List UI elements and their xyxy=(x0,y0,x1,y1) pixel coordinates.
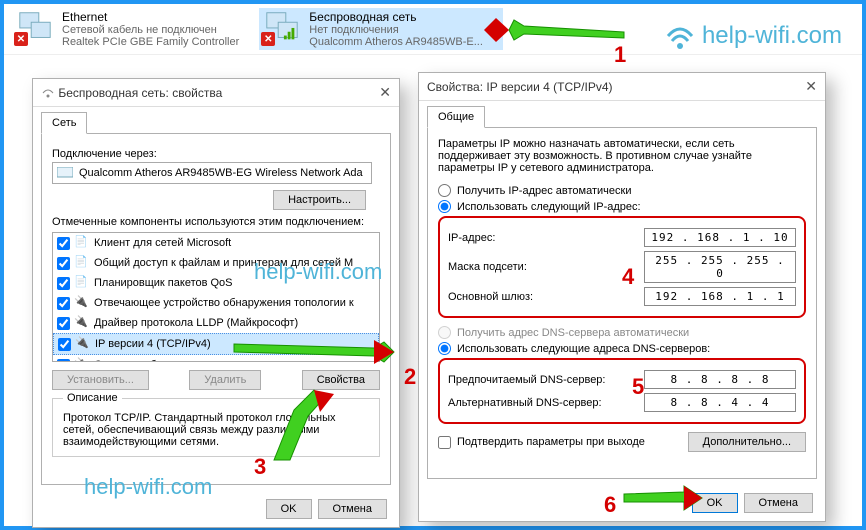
radio-auto-dns[interactable]: Получить адрес DNS-сервера автоматически xyxy=(438,326,806,339)
configure-button[interactable]: Настроить... xyxy=(273,190,366,210)
close-icon[interactable]: ✕ xyxy=(379,84,391,101)
mask-input[interactable]: 255 . 255 . 255 . 0 xyxy=(644,251,796,283)
ip-input[interactable]: 192 . 168 . 1 . 10 xyxy=(644,228,796,247)
dns1-label: Предпочитаемый DNS-сервер: xyxy=(448,374,644,386)
adapter-name-field: Qualcomm Atheros AR9485WB-EG Wireless Ne… xyxy=(52,162,372,184)
close-icon[interactable]: ✕ xyxy=(805,78,817,95)
components-label: Отмеченные компоненты используются этим … xyxy=(52,216,380,228)
adapter-ethernet[interactable]: ✕ Ethernet Сетевой кабель не подключен R… xyxy=(12,8,259,50)
wireless-icon: ✕ xyxy=(263,10,301,44)
adapter-properties-dialog: Беспроводная сеть: свойства ✕ Сеть Подкл… xyxy=(32,78,400,528)
mask-label: Маска подсети: xyxy=(448,261,644,273)
component-item[interactable]: 📄Планировщик пакетов QoS xyxy=(53,273,379,293)
component-item[interactable]: 📄Общий доступ к файлам и принтерам для с… xyxy=(53,253,379,273)
ok-button[interactable]: OK xyxy=(266,499,312,519)
title-bar: Беспроводная сеть: свойства ✕ xyxy=(33,79,399,107)
component-item[interactable]: 📄Клиент для сетей Microsoft xyxy=(53,233,379,253)
advanced-button[interactable]: Дополнительно... xyxy=(688,432,806,452)
annotation-4: 4 xyxy=(622,264,634,290)
components-list[interactable]: 📄Клиент для сетей Microsoft 📄Общий досту… xyxy=(52,232,380,362)
adapter-sub1: Сетевой кабель не подключен xyxy=(62,24,239,36)
radio-manual-ip[interactable]: Использовать следующий IP-адрес: xyxy=(438,200,806,213)
adapter-sub2: Realtek PCIe GBE Family Controller xyxy=(62,36,239,48)
dialog-title: Беспроводная сеть: свойства xyxy=(58,86,222,100)
watermark: help-wifi.com xyxy=(665,22,842,50)
ip-label: IP-адрес: xyxy=(448,232,644,244)
install-button[interactable]: Установить... xyxy=(52,370,149,390)
checkbox[interactable] xyxy=(58,338,71,351)
disabled-x-icon: ✕ xyxy=(14,32,28,46)
gateway-input[interactable]: 192 . 168 . 1 . 1 xyxy=(644,287,796,306)
ok-button[interactable]: OK xyxy=(692,493,738,513)
component-item-ipv4[interactable]: 🔌IP версии 4 (TCP/IPv4) xyxy=(53,333,379,355)
component-item[interactable]: 🔌Отвечающее устройство обнаружения топол… xyxy=(53,293,379,313)
properties-button[interactable]: Свойства xyxy=(302,370,380,390)
annotation-3: 3 xyxy=(254,454,266,480)
ipv4-properties-dialog: Свойства: IP версии 4 (TCP/IPv4) ✕ Общие… xyxy=(418,72,826,522)
component-item[interactable]: 🔌Драйвер протокола LLDP (Майкрософт) xyxy=(53,313,379,333)
dns-settings-group: Предпочитаемый DNS-сервер:8 . 8 . 8 . 8 … xyxy=(438,358,806,424)
cancel-button[interactable]: Отмена xyxy=(318,499,387,519)
wifi-small-icon xyxy=(41,86,55,100)
intro-text: Параметры IP можно назначать автоматичес… xyxy=(438,138,806,174)
checkbox[interactable] xyxy=(57,277,70,290)
radio-manual-dns[interactable]: Использовать следующие адреса DNS-сервер… xyxy=(438,342,806,355)
cancel-button[interactable]: Отмена xyxy=(744,493,813,513)
dialog-title: Свойства: IP версии 4 (TCP/IPv4) xyxy=(427,80,613,94)
gateway-label: Основной шлюз: xyxy=(448,291,644,303)
uninstall-button[interactable]: Удалить xyxy=(189,370,261,390)
tab-general[interactable]: Общие xyxy=(427,106,485,128)
radio-auto-ip[interactable]: Получить IP-адрес автоматически xyxy=(438,184,806,197)
annotation-2: 2 xyxy=(404,364,416,390)
title-bar: Свойства: IP версии 4 (TCP/IPv4) ✕ xyxy=(419,73,825,101)
adapter-title: Беспроводная сеть xyxy=(309,10,483,24)
annotation-5: 5 xyxy=(632,374,644,400)
adapter-sub1: Нет подключения xyxy=(309,24,483,36)
dns1-input[interactable]: 8 . 8 . 8 . 8 xyxy=(644,370,796,389)
checkbox[interactable] xyxy=(57,297,70,310)
confirm-checkbox[interactable] xyxy=(438,436,451,449)
annotation-6: 6 xyxy=(604,492,616,518)
checkbox[interactable] xyxy=(57,237,70,250)
checkbox[interactable] xyxy=(57,359,70,363)
adapter-sub2: Qualcomm Atheros AR9485WB-E... xyxy=(309,36,483,48)
checkbox[interactable] xyxy=(57,317,70,330)
component-item[interactable]: 🔌Ответчик обнаружения топологии канально… xyxy=(53,355,379,362)
disabled-x-icon: ✕ xyxy=(261,32,275,46)
description-box: Описание Протокол TCP/IP. Стандартный пр… xyxy=(52,392,380,457)
ethernet-icon: ✕ xyxy=(16,10,54,44)
tab-network[interactable]: Сеть xyxy=(41,112,87,134)
dns2-label: Альтернативный DNS-сервер: xyxy=(448,397,644,409)
adapter-title: Ethernet xyxy=(62,10,239,24)
dns2-input[interactable]: 8 . 8 . 4 . 4 xyxy=(644,393,796,412)
checkbox[interactable] xyxy=(57,257,70,270)
annotation-1: 1 xyxy=(614,42,626,68)
adapter-wireless[interactable]: ✕ Беспроводная сеть Нет подключения Qual… xyxy=(259,8,503,50)
confirm-label: Подтвердить параметры при выходе xyxy=(457,436,645,448)
connection-label: Подключение через: xyxy=(52,148,380,160)
